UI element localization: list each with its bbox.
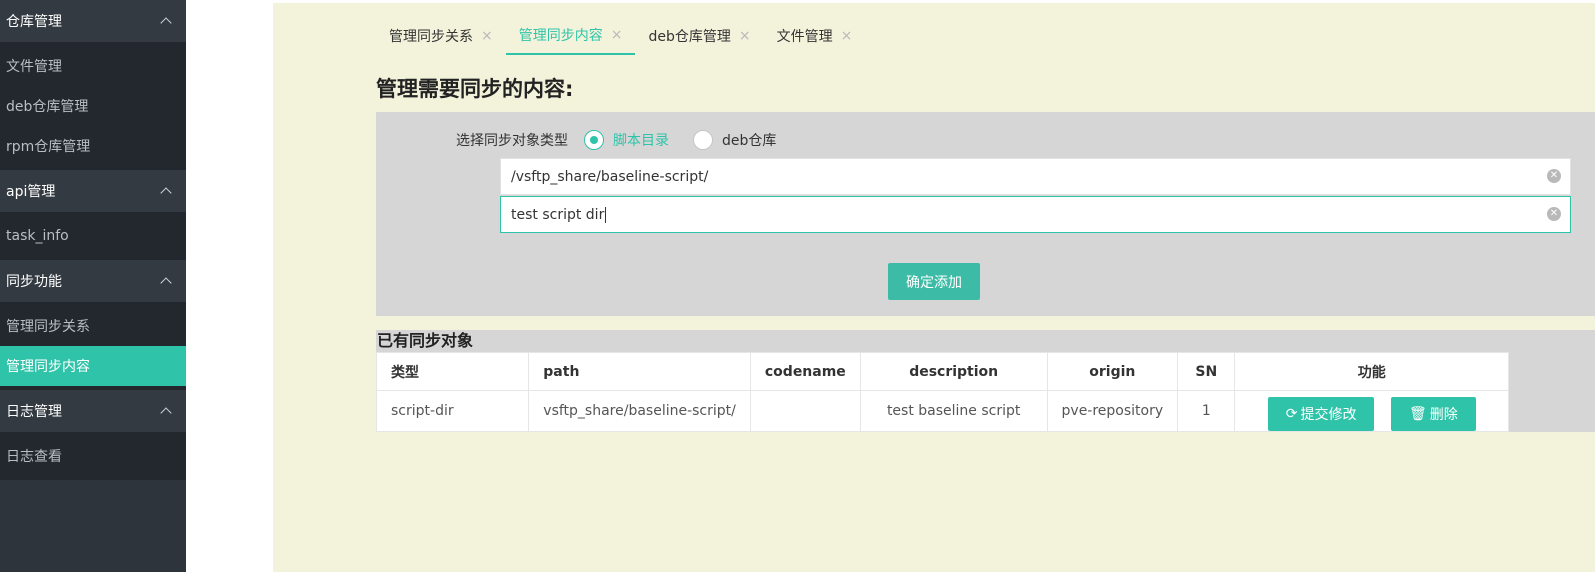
sidebar-group-body: 管理同步关系 管理同步内容 [0, 302, 186, 390]
radio-script-dir[interactable] [584, 130, 604, 150]
delete-label: 删除 [1429, 407, 1458, 423]
column-header-sn[interactable]: SN [1177, 352, 1236, 391]
sidebar-group-label: 同步功能 [6, 274, 62, 290]
cell-origin: pve-repository [1046, 390, 1179, 432]
sidebar-item-file-management[interactable]: 文件管理 [0, 46, 186, 86]
radio-deb-repo[interactable] [693, 130, 713, 150]
column-header-path[interactable]: path [528, 352, 751, 391]
sidebar-item-sync-relations[interactable]: 管理同步关系 [0, 306, 186, 346]
page-title: 管理需要同步的内容: [376, 77, 574, 101]
sidebar-group-sync[interactable]: 同步功能 [0, 260, 186, 302]
sync-objects-table: 类型 path codename description origin SN 功… [375, 352, 1595, 432]
text-cursor [605, 206, 607, 223]
main-content: 管理同步关系 × 管理同步内容 × deb仓库管理 × 文件管理 × 管理需要同… [273, 3, 1595, 572]
tab-deb-repo[interactable]: deb仓库管理 × [635, 17, 763, 55]
clear-circle-icon[interactable]: ✕ [1547, 169, 1561, 183]
sidebar-group-api[interactable]: api管理 [0, 170, 186, 212]
column-header-origin[interactable]: origin [1046, 352, 1179, 391]
sidebar-item-log-view[interactable]: 日志查看 [0, 436, 186, 476]
close-icon[interactable]: × [611, 27, 623, 43]
sidebar-item-deb-repo[interactable]: deb仓库管理 [0, 86, 186, 126]
sidebar-item-rpm-repo[interactable]: rpm仓库管理 [0, 126, 186, 166]
tab-file-management[interactable]: 文件管理 × [764, 17, 866, 55]
close-icon[interactable]: × [739, 28, 751, 44]
description-input-value: test script dir [511, 206, 605, 223]
existing-objects-title: 已有同步对象 [376, 330, 1595, 352]
submit-edit-button[interactable]: ⟳ 提交修改 [1267, 397, 1375, 431]
add-sync-form: 选择同步对象类型 脚本目录 deb仓库 /vsftp_share/baselin… [376, 112, 1595, 316]
sidebar-group-body: 文件管理 deb仓库管理 rpm仓库管理 [0, 42, 186, 170]
trash-icon: 🗑 [1408, 406, 1427, 422]
sidebar-group-label: 仓库管理 [6, 14, 62, 30]
tab-sync-content[interactable]: 管理同步内容 × [505, 17, 636, 55]
table-header-row: 类型 path codename description origin SN 功… [375, 352, 1595, 391]
cell-description: test baseline script [859, 390, 1048, 432]
tab-bar: 管理同步关系 × 管理同步内容 × deb仓库管理 × 文件管理 × [376, 17, 865, 55]
column-header-codename[interactable]: codename [749, 352, 861, 391]
chevron-up-icon [160, 187, 172, 199]
submit-edit-label: 提交修改 [1300, 407, 1357, 423]
tab-sync-relations[interactable]: 管理同步关系 × [376, 17, 506, 55]
description-input[interactable]: test script dir ✕ [500, 196, 1571, 233]
sidebar-group-warehouse[interactable]: 仓库管理 [0, 0, 186, 42]
tab-label: 文件管理 [776, 29, 833, 45]
sidebar-group-logs[interactable]: 日志管理 [0, 390, 186, 432]
scroll-gutter [1508, 352, 1595, 391]
clear-circle-icon[interactable]: ✕ [1547, 207, 1561, 221]
sidebar-group-body: task_info [0, 212, 186, 260]
path-input[interactable]: /vsftp_share/baseline-script/ ✕ [500, 158, 1571, 195]
sidebar-item-sync-content[interactable]: 管理同步内容 [0, 346, 186, 386]
sidebar-group-label: 日志管理 [6, 404, 62, 420]
sidebar: 仓库管理 文件管理 deb仓库管理 rpm仓库管理 api管理 task_inf… [0, 0, 186, 572]
path-input-value: /vsftp_share/baseline-script/ [511, 168, 709, 185]
column-header-description[interactable]: description [859, 352, 1048, 391]
scroll-gutter [1508, 390, 1595, 432]
cell-sn: 1 [1177, 390, 1236, 432]
radio-label-deb-repo[interactable]: deb仓库 [722, 130, 776, 150]
cell-actions: ⟳ 提交修改 🗑 删除 [1234, 390, 1510, 432]
close-icon[interactable]: × [481, 28, 493, 44]
type-selector: 选择同步对象类型 脚本目录 deb仓库 [456, 129, 800, 151]
type-label: 选择同步对象类型 [456, 133, 568, 149]
table-row: script-dir vsftp_share/baseline-script/ … [375, 390, 1595, 432]
tab-label: deb仓库管理 [648, 29, 731, 45]
sidebar-group-label: api管理 [6, 184, 56, 200]
sidebar-item-task-info[interactable]: task_info [0, 216, 186, 256]
chevron-up-icon [160, 17, 172, 29]
refresh-icon: ⟳ [1285, 406, 1298, 422]
confirm-add-button[interactable]: 确定添加 [888, 263, 980, 300]
chevron-up-icon [160, 407, 172, 419]
radio-label-script-dir[interactable]: 脚本目录 [613, 130, 669, 150]
tab-label: 管理同步关系 [389, 29, 473, 45]
delete-button[interactable]: 🗑 删除 [1390, 397, 1476, 431]
close-icon[interactable]: × [841, 28, 853, 44]
sidebar-group-body: 日志查看 [0, 432, 186, 480]
cell-type: script-dir [375, 390, 530, 432]
cell-codename [749, 390, 861, 432]
tab-label: 管理同步内容 [518, 28, 603, 44]
chevron-up-icon [160, 277, 172, 289]
column-header-actions: 功能 [1234, 352, 1510, 391]
column-header-type[interactable]: 类型 [375, 352, 530, 391]
cell-path: vsftp_share/baseline-script/ [528, 390, 751, 432]
